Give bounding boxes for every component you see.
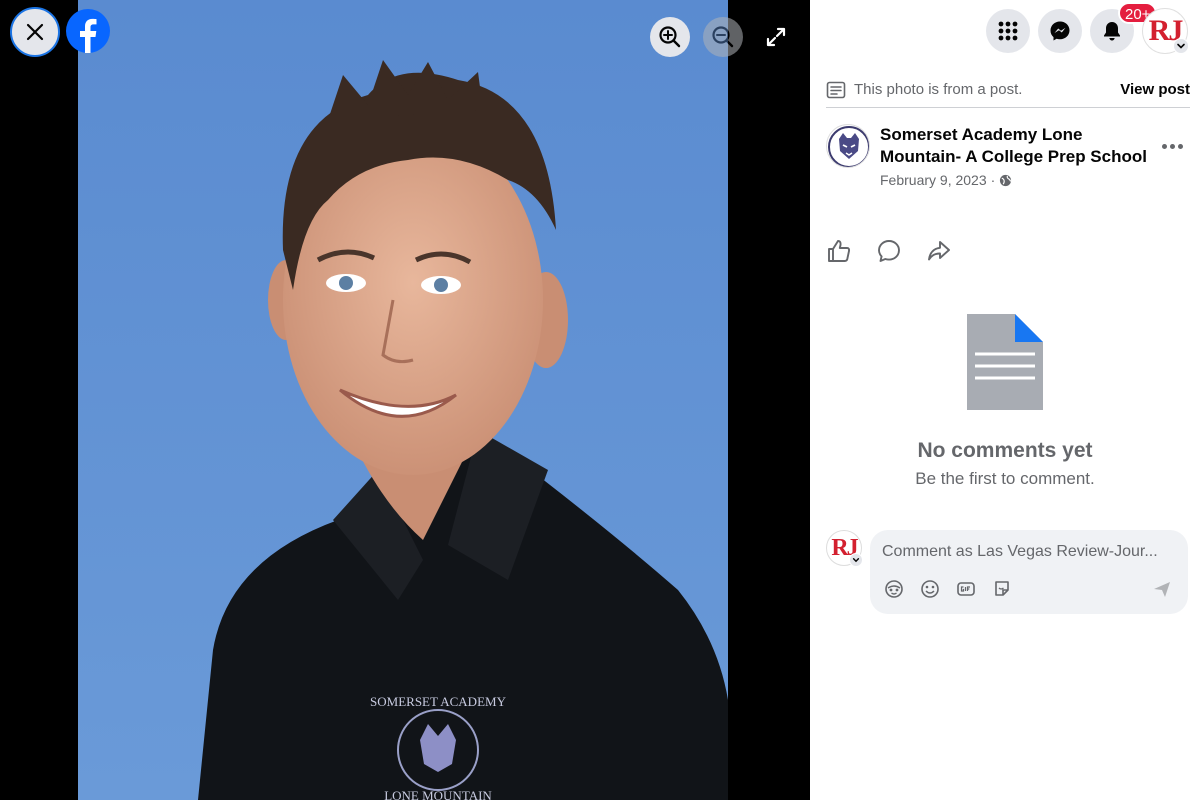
post-side-panel: 20+ RJ This photo is from a post. View p… <box>810 0 1200 800</box>
chevron-down-icon <box>852 558 860 563</box>
empty-comments-subtitle: Be the first to comment. <box>915 469 1095 488</box>
post-photo: SOMERSET ACADEMY LONE MOUNTAIN <box>78 0 728 800</box>
comment-box <box>870 530 1188 614</box>
shirt-logo-text-bottom: LONE MOUNTAIN <box>384 788 492 800</box>
account-menu-caret[interactable] <box>1173 38 1189 54</box>
send-icon[interactable] <box>1152 579 1172 599</box>
top-navigation: 20+ RJ <box>810 0 1200 64</box>
facebook-home-link[interactable] <box>66 9 110 53</box>
page-name-link[interactable]: Somerset Academy Lone Mountain- A Colleg… <box>880 124 1150 168</box>
menu-grid-icon <box>998 21 1018 41</box>
zoom-in-icon <box>659 26 681 48</box>
post-document-icon <box>826 81 846 98</box>
facebook-logo-icon <box>80 18 97 53</box>
menu-button[interactable] <box>986 9 1030 53</box>
portrait-image: SOMERSET ACADEMY LONE MOUNTAIN <box>78 0 728 800</box>
empty-comments-title: No comments yet <box>917 439 1093 462</box>
comment-composer: RJ <box>826 530 1190 616</box>
notice-text: This photo is from a post. <box>854 81 1023 98</box>
more-dot <box>1177 143 1183 149</box>
post-actions <box>826 238 952 268</box>
shirt-logo-text-top: SOMERSET ACADEMY <box>370 694 507 709</box>
globe-icon <box>1000 174 1012 186</box>
post-date-text[interactable]: February 9, 2023 <box>880 172 987 188</box>
page-avatar[interactable] <box>826 124 870 168</box>
more-options-button[interactable] <box>1154 134 1190 158</box>
close-button[interactable] <box>10 7 60 57</box>
bell-icon <box>1104 22 1120 41</box>
like-icon[interactable] <box>826 238 852 264</box>
photo-from-post-notice: This photo is from a post. View post <box>826 72 1190 108</box>
empty-comments-state: No comments yet Be the first to comment. <box>810 312 1200 489</box>
zoom-in-button[interactable] <box>650 17 690 57</box>
photo-viewer: SOMERSET ACADEMY LONE MOUNTAIN <box>0 0 810 800</box>
more-dot <box>1161 143 1167 149</box>
emoji-icon[interactable] <box>920 579 940 599</box>
post-header: Somerset Academy Lone Mountain- A Colleg… <box>826 124 1190 194</box>
comment-tools <box>884 579 1012 599</box>
chevron-down-icon <box>1177 43 1185 49</box>
fullscreen-button[interactable] <box>756 17 796 57</box>
empty-document-icon <box>967 314 1043 410</box>
gif-icon[interactable] <box>956 579 976 599</box>
zoom-out-button[interactable] <box>703 17 743 57</box>
zoom-out-icon <box>712 26 734 48</box>
close-icon <box>26 23 44 41</box>
comment-icon[interactable] <box>876 238 902 264</box>
date-separator: · <box>990 172 996 188</box>
comment-input[interactable] <box>882 540 1178 564</box>
share-icon[interactable] <box>926 238 952 264</box>
expand-icon <box>766 27 786 47</box>
sticker-icon[interactable] <box>992 579 1012 599</box>
avatar-sticker-icon[interactable] <box>884 579 904 599</box>
composer-identity-caret[interactable] <box>849 553 863 567</box>
messenger-button[interactable] <box>1038 9 1082 53</box>
post-date: February 9, 2023 · <box>880 172 1012 188</box>
wildcat-logo-icon <box>828 126 869 167</box>
messenger-icon <box>1050 21 1070 41</box>
view-post-link[interactable]: View post <box>1120 81 1190 98</box>
more-dot <box>1169 143 1175 149</box>
